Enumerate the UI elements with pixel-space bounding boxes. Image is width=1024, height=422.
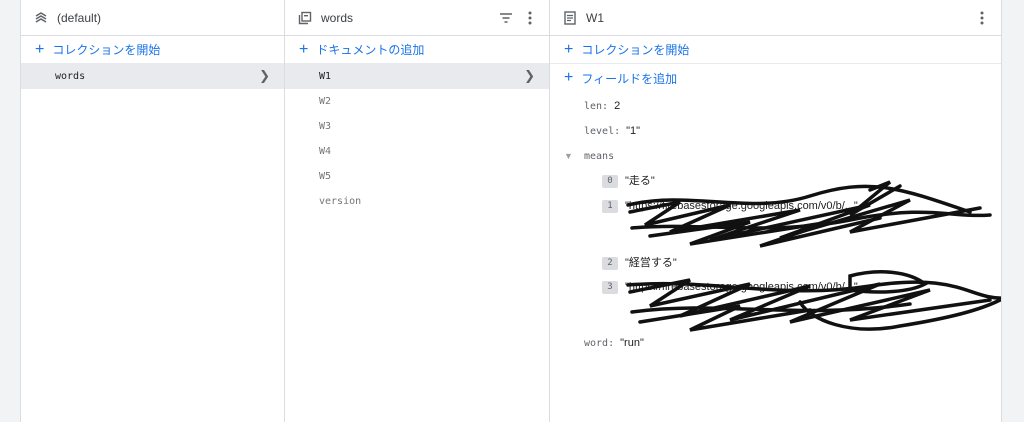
document-panel-title: W1	[586, 10, 604, 25]
field-key: len:	[584, 101, 609, 112]
array-index: 1	[602, 200, 618, 213]
collection-panel: words + ドキュメントの追加 W1 ❯ W2 W3 W4 W5 versi…	[285, 0, 550, 422]
document-item-label: version	[319, 196, 362, 207]
start-collection-label: コレクションを開始	[581, 43, 690, 57]
document-item-w4[interactable]: W4	[285, 139, 549, 164]
array-item-0[interactable]: 0 "走る"	[602, 175, 972, 188]
field-value: "1"	[626, 125, 641, 137]
document-item-label: W5	[319, 171, 332, 182]
plus-icon: +	[299, 40, 309, 58]
start-collection-label: コレクションを開始	[52, 43, 161, 57]
add-document-button[interactable]: + ドキュメントの追加	[285, 36, 549, 64]
document-item-w2[interactable]: W2	[285, 89, 549, 114]
field-level[interactable]: level: "1"	[584, 125, 640, 137]
array-value: "https://firebasestorage.googleapis.com/…	[625, 200, 858, 212]
collection-icon	[297, 10, 313, 26]
field-value: "run"	[620, 337, 644, 349]
document-panel-header: W1	[550, 0, 1001, 36]
array-index: 2	[602, 257, 618, 270]
root-panel: (default) + コレクションを開始 words ❯	[21, 0, 285, 422]
array-index: 0	[602, 175, 618, 188]
document-item-version[interactable]: version	[285, 189, 549, 214]
root-panel-title: (default)	[57, 10, 102, 25]
field-key: word:	[584, 338, 615, 349]
expand-toggle-icon[interactable]: ▼	[564, 151, 573, 161]
add-field-button[interactable]: + フィールドを追加	[550, 64, 1001, 92]
filter-icon[interactable]	[497, 9, 515, 27]
document-item-label: W2	[319, 96, 332, 107]
field-len[interactable]: len: 2	[584, 100, 620, 112]
more-vert-icon[interactable]	[521, 9, 539, 27]
document-item-label: W3	[319, 121, 332, 132]
document-item-w5[interactable]: W5	[285, 164, 549, 189]
plus-icon: +	[35, 40, 45, 58]
document-panel: W1 + コレクションを開始 + フィールドを追加 len: 2 level: …	[550, 0, 1001, 422]
array-value: "経営する"	[625, 257, 677, 269]
array-item-1[interactable]: 1 "https://firebasestorage.googleapis.com…	[602, 200, 972, 213]
more-vert-icon[interactable]	[973, 9, 991, 27]
collection-panel-header: words	[285, 0, 549, 36]
array-item-3[interactable]: 3 "https://firebasestorage.googleapis.com…	[602, 281, 972, 294]
document-icon	[562, 10, 578, 26]
field-key: level:	[584, 126, 621, 137]
array-index: 3	[602, 281, 618, 294]
start-collection-button[interactable]: + コレクションを開始	[550, 36, 1001, 64]
array-value: "走る"	[625, 175, 655, 187]
array-item-2[interactable]: 2 "経営する"	[602, 257, 972, 270]
add-document-label: ドキュメントの追加	[316, 43, 425, 57]
collection-panel-title: words	[321, 10, 354, 25]
root-panel-header: (default)	[21, 0, 284, 36]
field-word[interactable]: word: "run"	[584, 337, 644, 349]
chevron-right-icon: ❯	[524, 69, 535, 84]
field-key: means	[584, 151, 615, 162]
array-value: "https://firebasestorage.googleapis.com/…	[625, 281, 858, 293]
start-collection-button[interactable]: + コレクションを開始	[21, 36, 284, 64]
chevron-right-icon: ❯	[259, 69, 270, 84]
firestore-data-viewer: (default) + コレクションを開始 words ❯ words + ドキ…	[20, 0, 1002, 422]
plus-icon: +	[564, 40, 574, 58]
collection-item-label: words	[55, 71, 86, 82]
document-item-w3[interactable]: W3	[285, 114, 549, 139]
document-item-w1[interactable]: W1 ❯	[285, 64, 549, 89]
document-item-label: W1	[319, 71, 332, 82]
field-value: 2	[614, 100, 621, 112]
plus-icon: +	[564, 69, 574, 86]
collection-item-words[interactable]: words ❯	[21, 64, 284, 89]
field-means[interactable]: means	[584, 151, 614, 162]
document-item-label: W4	[319, 146, 332, 157]
database-icon	[33, 10, 49, 26]
add-field-label: フィールドを追加	[581, 71, 678, 86]
